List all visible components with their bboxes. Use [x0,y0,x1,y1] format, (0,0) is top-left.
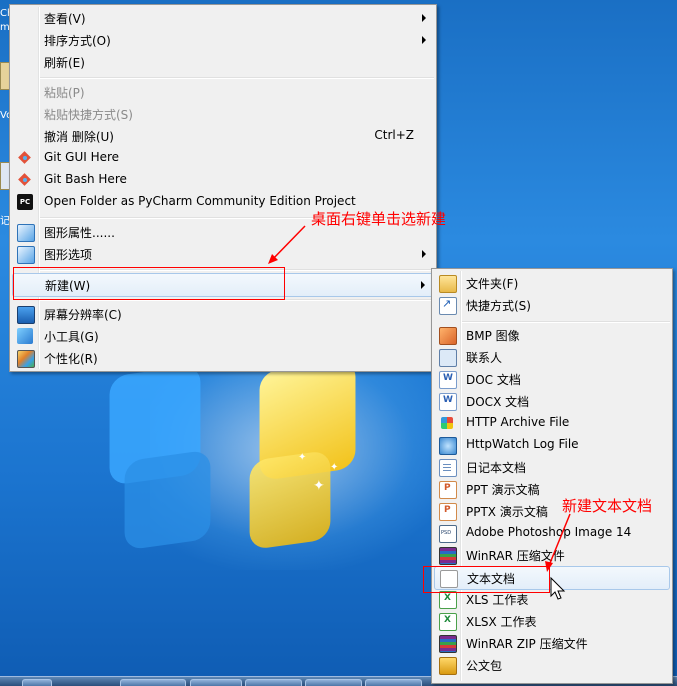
arrow-line-text-document [547,513,571,569]
arrow-line-new [269,225,306,263]
arrow-head-text-document [545,561,553,572]
mouse-cursor-icon [550,576,566,600]
annotation-arrows [268,225,571,600]
